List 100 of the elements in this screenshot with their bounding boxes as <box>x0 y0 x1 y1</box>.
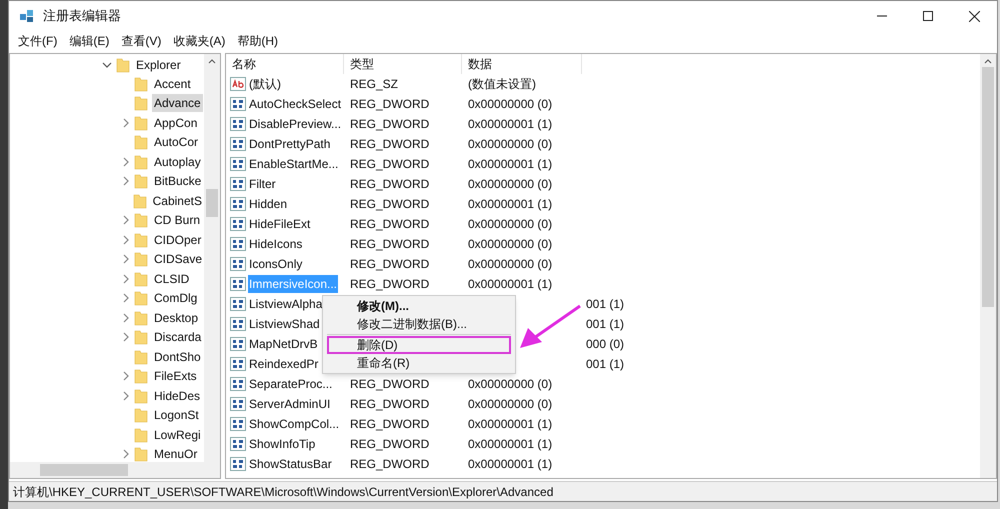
tree-item[interactable]: Autoplay <box>152 152 203 171</box>
value-data: 001 (1) <box>586 356 624 373</box>
vertical-scrollbar[interactable] <box>204 54 220 462</box>
folder-icon <box>134 212 148 228</box>
value-name[interactable]: ServerAdminUI <box>248 395 332 413</box>
value-name[interactable]: MapNetDrvB <box>248 335 319 353</box>
value-data: 0x00000001 (1) <box>467 276 554 293</box>
tree-item[interactable]: Accent <box>152 74 193 93</box>
folder-icon <box>134 76 148 92</box>
scrollbar-thumb[interactable] <box>40 464 128 476</box>
folder-icon <box>134 426 148 443</box>
value-data: 001 (1) <box>586 296 624 313</box>
value-name[interactable]: AutoCheckSelect <box>248 95 342 113</box>
column-header[interactable]: 类型 <box>344 54 462 74</box>
tree-item[interactable]: Advance <box>152 94 203 112</box>
binary-value-icon <box>230 157 246 171</box>
menu-item[interactable]: 修改(M)... <box>327 297 511 315</box>
value-name[interactable]: Filter <box>248 175 277 193</box>
chevron-right-icon[interactable] <box>122 390 130 401</box>
value-data: 0x00000000 (0) <box>467 256 554 273</box>
value-name[interactable]: DontPrettyPath <box>248 135 332 153</box>
value-name[interactable]: HideIcons <box>248 235 304 253</box>
value-name[interactable]: EnableStartMe... <box>248 155 340 173</box>
value-type: REG_DWORD <box>349 416 430 433</box>
value-name[interactable]: IconsOnly <box>248 255 304 273</box>
tree-item[interactable]: AppCon <box>152 114 200 132</box>
chevron-down-icon[interactable] <box>102 61 112 69</box>
value-data: 0x00000000 (0) <box>467 176 554 193</box>
folder-icon <box>134 270 148 287</box>
value-name[interactable]: SeparateProc... <box>248 375 334 393</box>
tree-item[interactable]: CIDOper <box>152 230 204 249</box>
tree-item[interactable]: DontSho <box>152 348 203 366</box>
value-name[interactable]: ShowInfoTip <box>248 435 316 453</box>
tree-item[interactable]: HideDes <box>152 386 202 405</box>
folder-icon <box>116 57 130 73</box>
tree-item[interactable]: LogonSt <box>152 406 201 424</box>
chevron-right-icon[interactable] <box>122 312 130 323</box>
value-type: REG_DWORD <box>349 96 430 113</box>
folder-icon <box>134 154 148 170</box>
chevron-right-icon[interactable] <box>122 274 130 284</box>
tree-item[interactable]: LowRegi <box>152 426 203 444</box>
chevron-right-icon[interactable] <box>122 449 130 460</box>
chevron-right-icon[interactable] <box>122 156 130 167</box>
menu-item[interactable]: 帮助(H) <box>232 32 283 50</box>
value-name[interactable]: ReindexedPr <box>248 355 320 373</box>
value-name[interactable]: Hidden <box>248 195 288 213</box>
value-name[interactable]: ListviewAlpha <box>248 295 324 313</box>
tree-item[interactable]: ComDlg <box>152 289 200 308</box>
chevron-right-icon[interactable] <box>122 118 130 128</box>
value-data: 0x00000001 (1) <box>467 456 554 473</box>
tree-item[interactable]: AutoCor <box>152 133 200 152</box>
folder-icon <box>134 232 148 248</box>
tree-item[interactable]: CD Burn <box>152 211 202 230</box>
menu-item[interactable]: 修改二进制数据(B)... <box>327 315 511 333</box>
scrollbar-thumb[interactable] <box>206 189 218 217</box>
folder-icon <box>134 290 148 306</box>
binary-value-icon <box>230 277 246 291</box>
tree-item[interactable]: CLSID <box>152 270 192 288</box>
chevron-right-icon[interactable] <box>122 332 130 342</box>
menu-item[interactable]: 删除(D) <box>327 336 511 354</box>
column-header[interactable]: 名称 <box>226 54 344 74</box>
tree-item[interactable]: MenuOr <box>152 445 200 462</box>
scrollbar-thumb[interactable] <box>982 67 994 307</box>
folder-icon <box>134 329 148 346</box>
chevron-right-icon[interactable] <box>122 215 130 226</box>
value-name[interactable]: DisablePreview... <box>248 115 342 133</box>
value-name[interactable]: (默认) <box>248 75 282 93</box>
tree-item[interactable]: FileExts <box>152 367 199 386</box>
menu-item[interactable]: 查看(V) <box>116 32 166 50</box>
tree-item[interactable]: Desktop <box>152 308 200 327</box>
horizontal-scrollbar[interactable] <box>10 462 220 478</box>
chevron-right-icon[interactable] <box>122 254 130 264</box>
menu-item[interactable]: 重命名(R) <box>327 354 511 372</box>
tree-item[interactable]: Discarda <box>152 328 204 346</box>
column-header[interactable]: 数据 <box>462 54 582 74</box>
menu-item[interactable]: 文件(F) <box>13 32 62 50</box>
vertical-scrollbar[interactable] <box>980 54 996 478</box>
binary-value-icon <box>230 217 246 231</box>
value-data: 0x00000000 (0) <box>467 236 554 253</box>
value-name[interactable]: HideFileExt <box>248 215 312 233</box>
binary-value-icon <box>230 417 246 431</box>
binary-value-icon <box>230 357 246 371</box>
value-name[interactable]: ShowStatusBar <box>248 455 333 473</box>
tree-item[interactable]: Explorer <box>134 56 183 74</box>
tree-item[interactable]: CIDSave <box>152 250 204 268</box>
menu-item[interactable]: 收藏夹(A) <box>168 32 230 50</box>
value-data: 0x00000000 (0) <box>467 396 554 413</box>
menu-item[interactable]: 编辑(E) <box>64 32 114 50</box>
value-name[interactable]: ListviewShad <box>248 315 321 333</box>
folder-icon <box>134 114 148 131</box>
tree-item[interactable]: CabinetS <box>150 192 204 210</box>
tree-item[interactable]: BitBucke <box>152 172 204 190</box>
chevron-right-icon[interactable] <box>122 234 130 245</box>
binary-value-icon <box>230 137 246 151</box>
value-name[interactable]: ShowCompCol... <box>248 415 340 433</box>
chevron-right-icon[interactable] <box>122 371 130 382</box>
binary-value-icon <box>230 197 246 211</box>
chevron-right-icon[interactable] <box>122 176 130 186</box>
chevron-right-icon[interactable] <box>122 293 130 304</box>
value-data: (数值未设置) <box>467 76 537 93</box>
